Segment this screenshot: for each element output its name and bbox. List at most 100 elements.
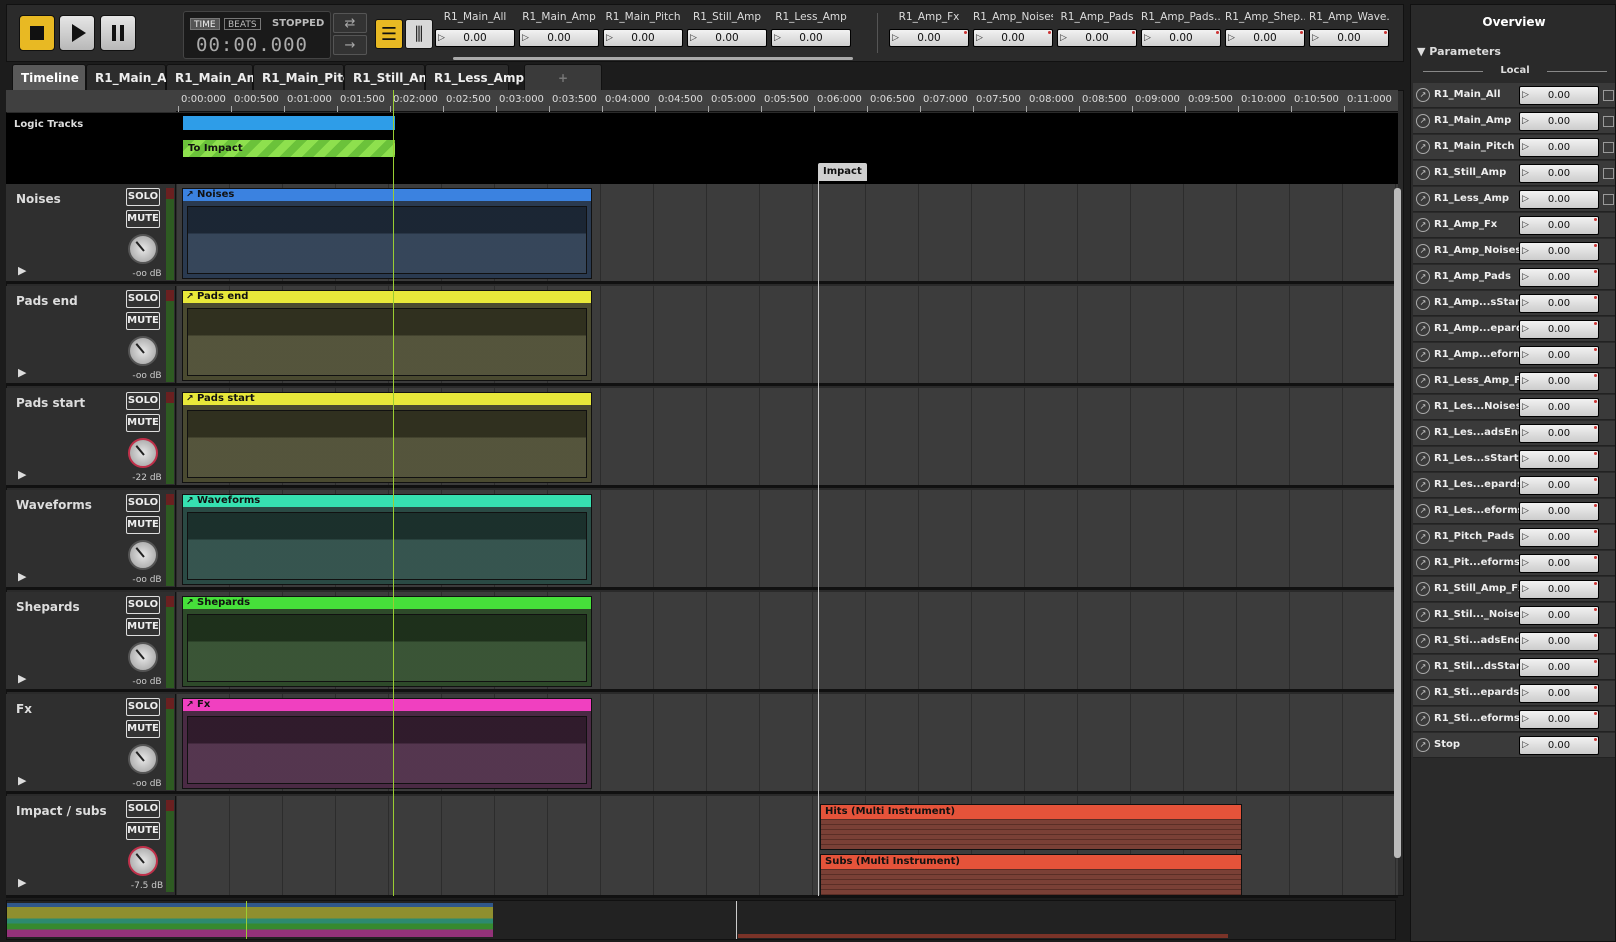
solo-button[interactable]: SOLO [126, 596, 160, 614]
expand-track-icon[interactable]: ▶ [18, 264, 26, 277]
expand-track-icon[interactable]: ▶ [18, 774, 26, 787]
panel-param-value[interactable]: 0.00 [1519, 138, 1599, 157]
step-button[interactable]: → [333, 35, 367, 55]
panel-param-value[interactable]: 0.00 [1519, 268, 1599, 287]
tab-2[interactable]: R1_Main_Amp [166, 64, 268, 90]
parameter-icon[interactable]: ↗ [1416, 530, 1430, 544]
solo-button[interactable]: SOLO [126, 290, 160, 308]
panel-param-value[interactable]: 0.00 [1519, 606, 1599, 625]
parameter-icon[interactable]: ↗ [1416, 296, 1430, 310]
top-param-value[interactable]: 0.00 [889, 29, 969, 47]
track-clip[interactable]: Waveforms [182, 494, 592, 585]
param-scrollbar[interactable] [453, 57, 853, 60]
grid-view-button[interactable]: ⫼ [405, 19, 433, 49]
impact-marker[interactable]: Impact [818, 163, 867, 181]
panel-param-value[interactable]: 0.00 [1519, 632, 1599, 651]
panel-param-value[interactable]: 0.00 [1519, 398, 1599, 417]
play-button[interactable] [59, 15, 95, 51]
parameter-icon[interactable]: ↗ [1416, 140, 1430, 154]
track-lane[interactable]: Shepards [177, 592, 1398, 689]
solo-button[interactable]: SOLO [126, 494, 160, 512]
panel-param-value[interactable]: 0.00 [1519, 710, 1599, 729]
pause-button[interactable] [100, 15, 136, 51]
panel-param-value[interactable]: 0.00 [1519, 450, 1599, 469]
time-ruler[interactable]: 0:00:000 0:00:500 0:01:000 0:01:500 0:02:000… [176, 90, 1398, 112]
mute-button[interactable]: MUTE [126, 210, 160, 228]
volume-knob[interactable] [128, 846, 158, 876]
expand-track-icon[interactable]: ▶ [18, 366, 26, 379]
hits-clip[interactable]: Hits (Multi Instrument) [820, 804, 1242, 850]
parameter-icon[interactable]: ↗ [1416, 88, 1430, 102]
tab-3[interactable]: R1_Main_Pitch [253, 64, 359, 90]
top-param-value[interactable]: 0.00 [687, 29, 767, 47]
track-lane[interactable]: Waveforms [177, 490, 1398, 587]
mute-button[interactable]: MUTE [126, 312, 160, 330]
volume-knob[interactable] [128, 234, 158, 264]
panel-param-value[interactable]: 0.00 [1519, 242, 1599, 261]
solo-button[interactable]: SOLO [126, 800, 160, 818]
track-clip[interactable]: Noises [182, 188, 592, 279]
track-lane[interactable]: Noises [177, 184, 1398, 281]
parameter-icon[interactable]: ↗ [1416, 660, 1430, 674]
panel-param-value[interactable]: 0.00 [1519, 372, 1599, 391]
parameter-icon[interactable]: ↗ [1416, 322, 1430, 336]
volume-knob[interactable] [128, 438, 158, 468]
subs-clip[interactable]: Subs (Multi Instrument) [820, 854, 1242, 896]
parameter-icon[interactable]: ↗ [1416, 738, 1430, 752]
tab-0[interactable]: Timeline [12, 64, 86, 90]
volume-knob[interactable] [128, 540, 158, 570]
track-clip[interactable]: Pads start [182, 392, 592, 483]
solo-button[interactable]: SOLO [126, 698, 160, 716]
volume-knob[interactable] [128, 336, 158, 366]
playhead[interactable] [393, 90, 394, 896]
panel-param-value[interactable]: 0.00 [1519, 216, 1599, 235]
list-view-button[interactable]: ☰ [375, 19, 403, 49]
param-checkbox[interactable] [1603, 116, 1614, 127]
parameter-icon[interactable]: ↗ [1416, 634, 1430, 648]
top-param-value[interactable]: 0.00 [1141, 29, 1221, 47]
panel-param-value[interactable]: 0.00 [1519, 112, 1599, 131]
expand-track-icon[interactable]: ▶ [18, 672, 26, 685]
parameter-icon[interactable]: ↗ [1416, 166, 1430, 180]
parameter-icon[interactable]: ↗ [1416, 504, 1430, 518]
cue-region[interactable] [183, 116, 395, 130]
solo-button[interactable]: SOLO [126, 392, 160, 410]
track-lane[interactable]: Pads start [177, 388, 1398, 485]
track-clip[interactable]: Pads end [182, 290, 592, 381]
tab-1[interactable]: R1_Main_All [86, 64, 175, 90]
tab-4[interactable]: R1_Still_Amp [344, 64, 440, 90]
parameter-icon[interactable]: ↗ [1416, 582, 1430, 596]
panel-param-value[interactable]: 0.00 [1519, 684, 1599, 703]
panel-param-value[interactable]: 0.00 [1519, 658, 1599, 677]
beats-mode-toggle[interactable]: BEATS [224, 18, 261, 30]
parameter-icon[interactable]: ↗ [1416, 114, 1430, 128]
parameter-icon[interactable]: ↗ [1416, 686, 1430, 700]
top-param-value[interactable]: 0.00 [603, 29, 683, 47]
param-checkbox[interactable] [1603, 194, 1614, 205]
top-param-value[interactable]: 0.00 [771, 29, 851, 47]
parameter-icon[interactable]: ↗ [1416, 556, 1430, 570]
param-checkbox[interactable] [1603, 90, 1614, 101]
track-clip[interactable]: Shepards [182, 596, 592, 687]
expand-track-icon[interactable]: ▶ [18, 570, 26, 583]
panel-param-value[interactable]: 0.00 [1519, 554, 1599, 573]
stop-button[interactable] [19, 15, 55, 51]
top-param-value[interactable]: 0.00 [1057, 29, 1137, 47]
panel-param-value[interactable]: 0.00 [1519, 476, 1599, 495]
solo-button[interactable]: SOLO [126, 188, 160, 206]
mute-button[interactable]: MUTE [126, 516, 160, 534]
add-tab-button[interactable]: + [524, 64, 602, 90]
mute-button[interactable]: MUTE [126, 720, 160, 738]
parameter-icon[interactable]: ↗ [1416, 192, 1430, 206]
panel-param-value[interactable]: 0.00 [1519, 86, 1599, 105]
overview-strip[interactable] [6, 900, 1396, 940]
mute-button[interactable]: MUTE [126, 822, 160, 840]
parameter-icon[interactable]: ↗ [1416, 218, 1430, 232]
to-impact-cue[interactable]: To Impact [183, 140, 395, 157]
panel-param-value[interactable]: 0.00 [1519, 320, 1599, 339]
param-checkbox[interactable] [1603, 142, 1614, 153]
mute-button[interactable]: MUTE [126, 618, 160, 636]
parameter-icon[interactable]: ↗ [1416, 270, 1430, 284]
mute-button[interactable]: MUTE [126, 414, 160, 432]
panel-param-value[interactable]: 0.00 [1519, 424, 1599, 443]
